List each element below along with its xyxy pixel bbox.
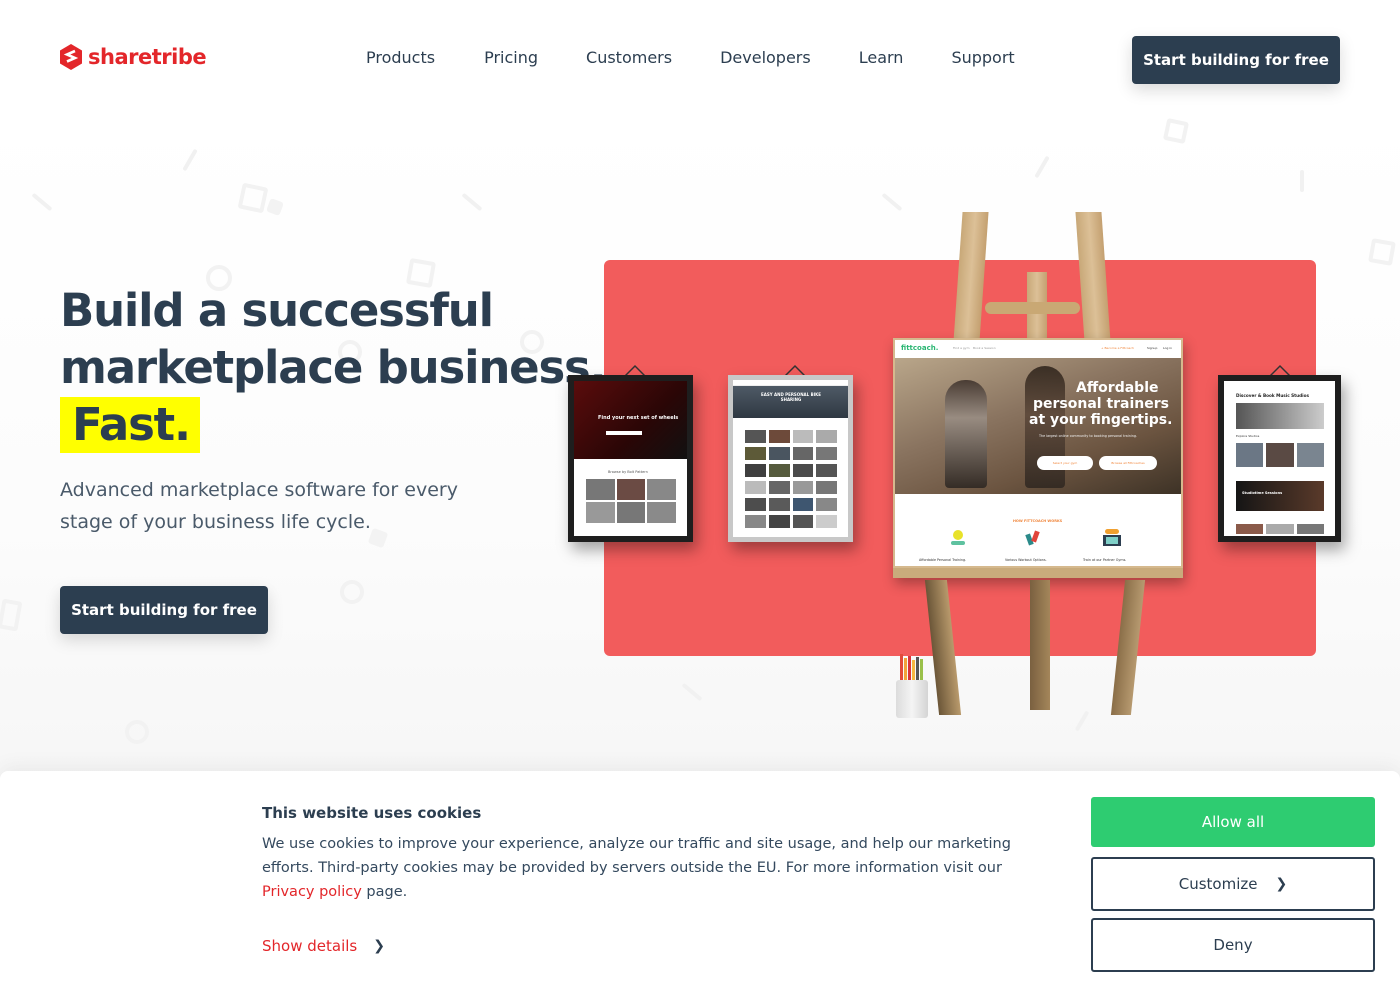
fittcoach-feature: Affordable Personal Training. — [919, 558, 967, 562]
doodle-line — [461, 192, 483, 212]
doodle-line — [1074, 710, 1090, 732]
easel-crossbar — [985, 302, 1080, 314]
chevron-right-icon: ❯ — [1275, 876, 1288, 892]
fittcoach-headline-2: personal trainers — [1033, 396, 1170, 412]
nav-support[interactable]: Support — [951, 48, 1014, 67]
frame-music-studio-marketplace: Discover & Book Music Studios Explore St… — [1218, 375, 1341, 542]
studio-headline: Discover & Book Music Studios — [1236, 393, 1309, 398]
deny-button[interactable]: Deny — [1091, 918, 1375, 972]
fittcoach-feature: Various Workout Options. — [1005, 558, 1047, 562]
doodle-shape — [266, 198, 284, 216]
workout-icon — [1025, 530, 1041, 546]
studio-feature-banner — [1236, 481, 1324, 511]
easel-canvas-fittcoach: fittcoach. Find a gym Book a Session + B… — [893, 338, 1183, 578]
show-details-link[interactable]: Show details ❯ — [262, 937, 385, 955]
allow-all-button[interactable]: Allow all — [1091, 797, 1375, 847]
pencil-cup-icon — [896, 654, 928, 718]
fittcoach-feature: Train at our Partner Gyms. — [1083, 558, 1127, 562]
fittcoach-logo: fittcoach. — [901, 344, 939, 352]
doodle-line — [182, 148, 198, 172]
fittcoach-navbar: fittcoach. Find a gym Book a Session + B… — [895, 340, 1181, 358]
frame-car-marketplace: Find your next set of wheels Browse by B… — [568, 375, 693, 542]
coin-hand-icon — [951, 530, 965, 546]
doodle-line — [31, 192, 53, 212]
cookie-body-end: page. — [361, 884, 408, 900]
fittcoach-become-link: + Become a Fittcoach — [1101, 346, 1134, 350]
doodle-square — [237, 182, 269, 214]
doodle-square — [1368, 238, 1396, 266]
doodle-circle — [340, 580, 364, 604]
hero-start-building-button[interactable]: Start building for free — [60, 586, 268, 634]
runner-silhouette — [945, 380, 987, 488]
hero-title-highlight: Fast. — [60, 397, 200, 453]
cookie-title: This website uses cookies — [262, 804, 482, 822]
fittcoach-headline-1: Affordable — [1076, 380, 1159, 396]
bike-hero-image — [733, 386, 848, 418]
chevron-right-icon: ❯ — [373, 938, 385, 954]
doodle-square — [1162, 117, 1190, 145]
bike-listing-grid — [745, 430, 837, 534]
frame-bike-marketplace: EASY AND PERSONAL BIKE SHARING — [728, 375, 853, 542]
cookie-body-text: We use cookies to improve your experienc… — [262, 836, 1011, 876]
car-section-title: Browse by Bolt Pattern — [608, 470, 648, 474]
sharetribe-logo[interactable]: sharetribe — [60, 44, 207, 70]
show-details-label: Show details — [262, 937, 358, 955]
fittcoach-select-gym-button: Select your gym — [1037, 456, 1093, 470]
studio-hero-image — [1236, 403, 1324, 429]
customize-button[interactable]: Customize ❯ — [1091, 857, 1375, 911]
nav-learn[interactable]: Learn — [859, 48, 904, 67]
doodle-line — [1300, 170, 1304, 192]
header-start-building-button[interactable]: Start building for free — [1132, 36, 1340, 84]
fittcoach-tagline: The largest online community to booking … — [1039, 434, 1137, 438]
doodle-square — [0, 598, 23, 632]
sharetribe-logo-icon — [60, 44, 82, 70]
fittcoach-section-title: HOW FITTCOACH WORKS — [1013, 519, 1063, 523]
logo-text: sharetribe — [88, 45, 207, 69]
easel-ledge — [893, 568, 1183, 578]
doodle-line — [1034, 155, 1050, 179]
nav-customers[interactable]: Customers — [586, 48, 672, 67]
doodle-line — [681, 682, 703, 702]
bike-headline: EASY AND PERSONAL BIKE SHARING — [761, 392, 821, 402]
nav-products[interactable]: Products — [366, 48, 435, 67]
easel-leg — [1030, 580, 1050, 710]
hero-title-line-1: Build a successful — [60, 284, 494, 337]
studio-bottom-grid — [1236, 524, 1324, 534]
wheel-grid — [586, 479, 676, 523]
fittcoach-login-link: Log in — [1163, 346, 1173, 350]
doodle-circle — [125, 720, 149, 744]
hero-title-line-2: marketplace business. — [60, 341, 607, 394]
hero-title: Build a successful marketplace business.… — [60, 282, 607, 453]
car-headline: Find your next set of wheels — [598, 415, 679, 421]
customize-label: Customize — [1178, 875, 1258, 893]
main-nav: Products Pricing Customers Developers Le… — [366, 48, 1015, 67]
fittcoach-nav-item: Find a gym — [953, 346, 970, 350]
fittcoach-headline-3: at your fingertips. — [1029, 412, 1173, 428]
gym-building-icon — [1103, 529, 1121, 546]
studio-section-title: Explore Studios — [1236, 434, 1260, 438]
doodle-line — [881, 192, 903, 212]
fittcoach-signup-link: Signup — [1147, 346, 1158, 350]
studio-feature-title: Studiotime Sessions — [1242, 491, 1283, 495]
nav-pricing[interactable]: Pricing — [484, 48, 538, 67]
fittcoach-nav-item: Book a Session — [973, 346, 996, 350]
studio-grid — [1236, 443, 1324, 467]
privacy-policy-link[interactable]: Privacy policy — [262, 884, 362, 900]
cookie-consent-banner: This website uses cookies We use cookies… — [0, 771, 1400, 996]
hero-subtitle: Advanced marketplace software for every … — [60, 479, 458, 533]
car-search-bar — [606, 431, 642, 435]
site-header: sharetribe Products Pricing Customers De… — [0, 0, 1400, 110]
cookie-description: We use cookies to improve your experienc… — [262, 832, 1052, 904]
nav-developers[interactable]: Developers — [720, 48, 811, 67]
fittcoach-browse-button: Browse all Fittcoaches — [1099, 456, 1157, 470]
